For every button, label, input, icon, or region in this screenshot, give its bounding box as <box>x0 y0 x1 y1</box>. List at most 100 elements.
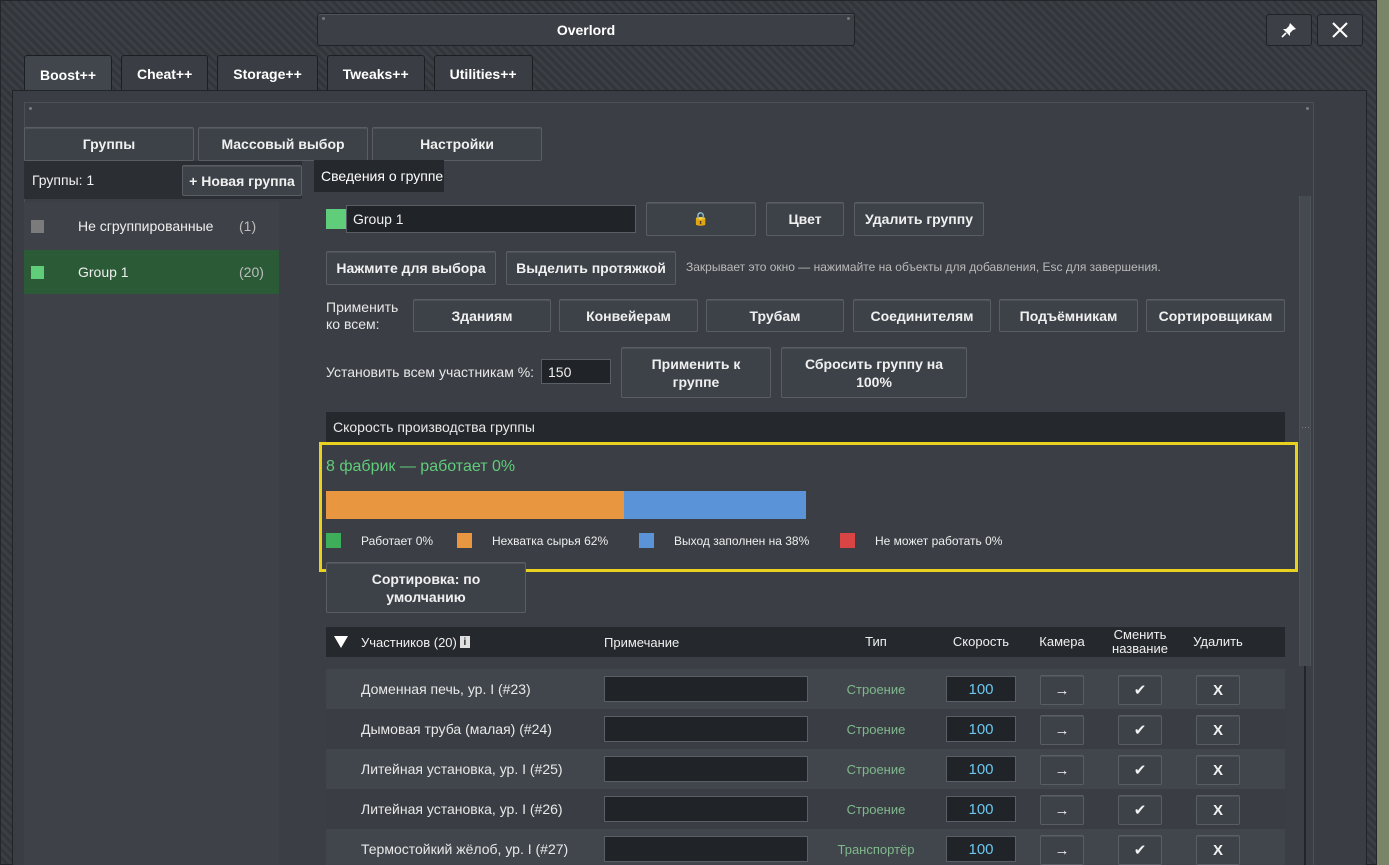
member-speed-input[interactable]: 100 <box>946 716 1016 742</box>
tab-storage[interactable]: Storage++ <box>217 55 318 91</box>
apply-sorters-button[interactable]: Сортировщикам <box>1146 299 1285 332</box>
members-table-header: Участников (20) i Примечание Тип Скорост… <box>326 627 1285 657</box>
close-icon <box>1332 22 1348 38</box>
member-name: Доменная печь, ур. I (#23) <box>361 681 531 697</box>
info-icon[interactable]: i <box>459 636 470 648</box>
apply-to-group-button[interactable]: Применить к группе <box>621 347 771 398</box>
tab-boost[interactable]: Boost++ <box>24 55 113 93</box>
apply-connectors-button[interactable]: Соединителям <box>853 299 991 332</box>
delete-x-icon: X <box>1212 681 1223 699</box>
production-speed-title: Скорость производства группы <box>333 419 535 435</box>
member-speed-input[interactable]: 100 <box>946 676 1016 702</box>
legend-shortage: Нехватка сырья 62% <box>457 533 608 548</box>
group-details-tab[interactable]: Сведения о группе <box>314 160 444 192</box>
delete-member-button[interactable]: X <box>1196 675 1240 705</box>
lock-button[interactable]: 🔒 <box>646 202 756 236</box>
camera-column-header: Камера <box>1039 634 1085 649</box>
rename-button[interactable]: ✔ <box>1118 675 1162 705</box>
delete-member-button[interactable]: X <box>1196 795 1240 825</box>
apply-buildings-button[interactable]: Зданиям <box>413 299 551 332</box>
group-name: Не сгруппированные <box>78 218 214 234</box>
set-percent-label: Установить всем участникам %: <box>326 364 535 380</box>
legend-label: Нехватка сырья 62% <box>492 533 609 548</box>
camera-button[interactable]: → <box>1040 715 1084 745</box>
member-speed-input[interactable]: 100 <box>946 796 1016 822</box>
checkmark-icon: ✔ <box>1133 762 1147 779</box>
group-name-input[interactable] <box>346 205 636 233</box>
legend-cannot-work: Не может работать 0% <box>840 533 1002 548</box>
color-button[interactable]: Цвет <box>766 202 844 236</box>
tab-cheat[interactable]: Cheat++ <box>121 55 209 91</box>
pin-icon <box>1281 23 1296 38</box>
member-note-input[interactable] <box>604 676 808 702</box>
arrow-right-icon: → <box>1054 761 1070 779</box>
delete-x-icon: X <box>1212 801 1223 819</box>
member-note-input[interactable] <box>604 716 808 742</box>
member-note-input[interactable] <box>604 796 808 822</box>
subtab-settings[interactable]: Настройки <box>372 127 542 161</box>
collapse-toggle[interactable] <box>334 627 348 657</box>
group-count: (1) <box>239 218 257 234</box>
member-type: Строение <box>846 681 906 697</box>
rename-button[interactable]: ✔ <box>1118 755 1162 785</box>
apply-pipes-button[interactable]: Трубам <box>706 299 844 332</box>
member-speed-input[interactable]: 100 <box>946 836 1016 862</box>
member-note-input[interactable] <box>604 836 808 862</box>
member-type: Строение <box>846 761 906 777</box>
subtab-groups[interactable]: Группы <box>24 127 194 161</box>
camera-button[interactable]: → <box>1040 835 1084 865</box>
click-select-button[interactable]: Нажмите для выбора <box>326 251 496 285</box>
reset-group-button[interactable]: Сбросить группу на 100% <box>781 347 967 398</box>
new-group-button[interactable]: + Новая группа <box>182 165 302 196</box>
checkmark-icon: ✔ <box>1133 722 1147 739</box>
sort-button[interactable]: Сортировка: по умолчанию <box>326 562 526 613</box>
production-summary: 8 фабрик — работает 0% <box>326 458 516 475</box>
table-row: Литейная установка, ур. I (#25) Строение… <box>326 749 1285 789</box>
apply-conveyors-button[interactable]: Конвейерам <box>559 299 698 332</box>
legend-swatch <box>639 533 654 548</box>
members-column-header: Участников (20) i <box>361 627 470 657</box>
delete-x-icon: X <box>1212 761 1223 779</box>
tab-utilities[interactable]: Utilities++ <box>433 55 533 91</box>
delete-x-icon: X <box>1212 721 1223 739</box>
member-type: Транспортёр <box>837 841 915 857</box>
apply-all-label-line2: ко всем: <box>326 316 380 332</box>
member-name: Литейная установка, ур. I (#26) <box>361 801 563 817</box>
main-tabs: Boost++ Cheat++ Storage++ Tweaks++ Utili… <box>24 55 542 93</box>
subtab-mass-select[interactable]: Массовый выбор <box>198 127 368 161</box>
group-item-group1[interactable]: Group 1 (20) <box>24 250 279 294</box>
set-percent-input[interactable] <box>541 359 611 384</box>
delete-member-button[interactable]: X <box>1196 715 1240 745</box>
member-name: Дымовая труба (малая) (#24) <box>361 721 552 737</box>
delete-x-icon: X <box>1212 841 1223 859</box>
rename-button[interactable]: ✔ <box>1118 795 1162 825</box>
drag-select-button[interactable]: Выделить протяжкой <box>506 251 676 285</box>
production-bar-segment-output-full <box>624 491 806 519</box>
group-item-ungrouped[interactable]: Не сгруппированные (1) <box>24 204 279 248</box>
overlord-window: Overlord Boost++ Cheat++ Storage++ Tweak… <box>0 0 1377 865</box>
groups-count: Группы: 1 <box>32 172 95 188</box>
checkmark-icon: ✔ <box>1133 842 1147 859</box>
scrollbar-grip-icon: ··· <box>1301 422 1310 432</box>
camera-button[interactable]: → <box>1040 755 1084 785</box>
rename-button[interactable]: ✔ <box>1118 835 1162 865</box>
pin-button[interactable] <box>1266 14 1312 46</box>
delete-group-button[interactable]: Удалить группу <box>854 202 984 236</box>
camera-button[interactable]: → <box>1040 675 1084 705</box>
member-speed-input[interactable]: 100 <box>946 756 1016 782</box>
apply-lifts-button[interactable]: Подъёмникам <box>999 299 1138 332</box>
legend-swatch <box>326 533 341 548</box>
checkmark-icon: ✔ <box>1133 802 1147 819</box>
rename-button[interactable]: ✔ <box>1118 715 1162 745</box>
delete-member-button[interactable]: X <box>1196 755 1240 785</box>
member-note-input[interactable] <box>604 756 808 782</box>
window-title[interactable]: Overlord <box>317 13 855 46</box>
delete-member-button[interactable]: X <box>1196 835 1240 865</box>
tab-tweaks[interactable]: Tweaks++ <box>326 55 425 91</box>
close-button[interactable] <box>1317 14 1363 46</box>
arrow-right-icon: → <box>1054 841 1070 859</box>
camera-button[interactable]: → <box>1040 795 1084 825</box>
speed-column-header: Скорость <box>952 634 1010 649</box>
group-list: Не сгруппированные (1) Group 1 (20) <box>24 202 279 865</box>
legend-swatch <box>840 533 855 548</box>
